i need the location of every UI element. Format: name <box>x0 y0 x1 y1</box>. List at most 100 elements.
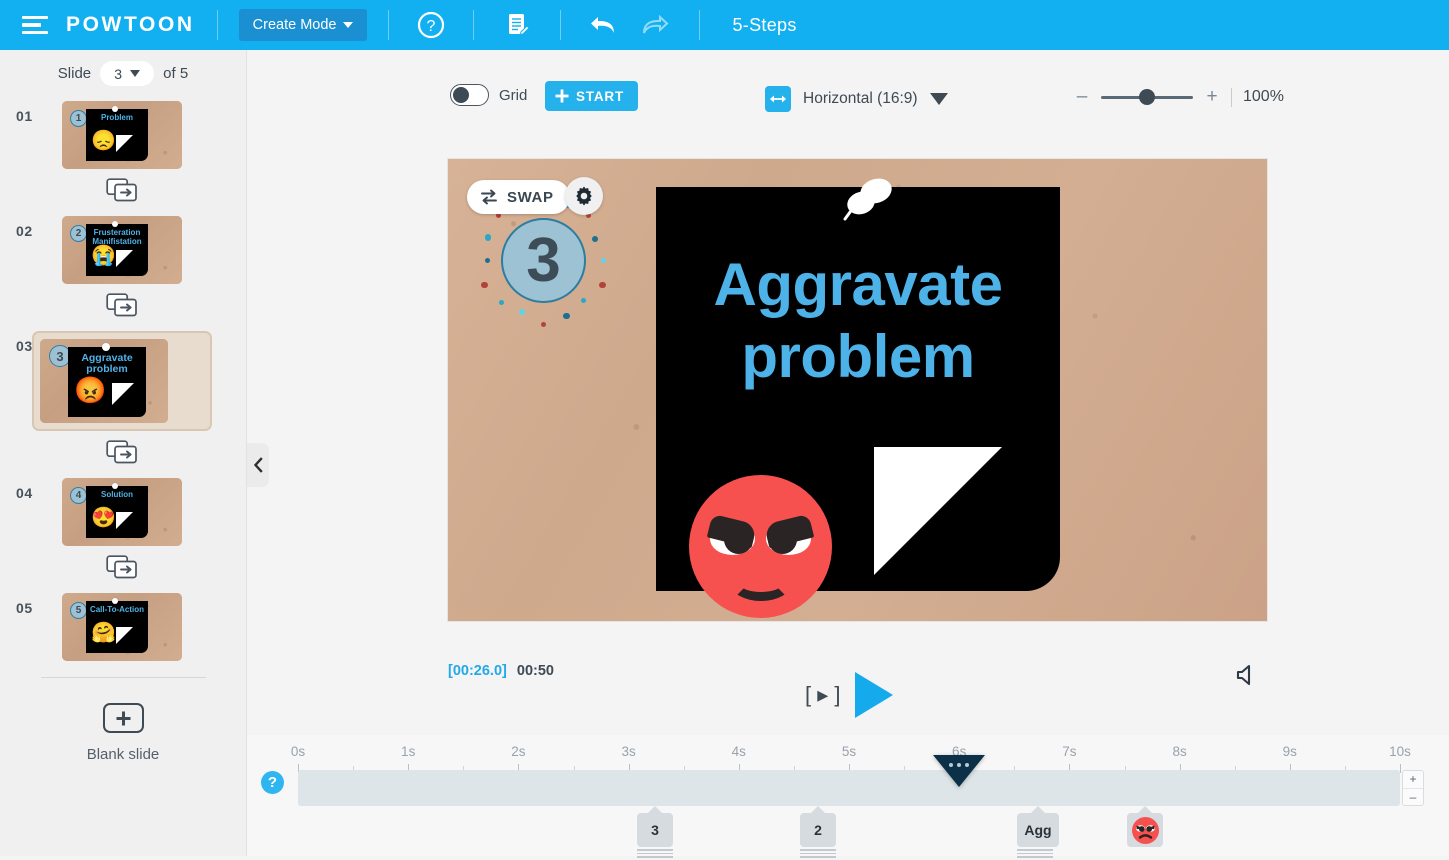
step-number-badge[interactable]: 3 <box>501 218 586 303</box>
app-header: POWTOON Create Mode ? 5-Steps <box>0 0 1449 50</box>
chevron-down-icon[interactable] <box>930 93 948 105</box>
duplicate-slide-icon[interactable] <box>106 178 138 207</box>
slide-thumbnail[interactable]: 5 Call-To-Action 🤗 <box>62 593 182 661</box>
pushpin-icon <box>112 598 118 604</box>
timeline-tick-label: 5s <box>842 744 856 759</box>
chevron-down-icon <box>343 22 353 28</box>
script-edit-icon[interactable] <box>502 10 532 40</box>
slide-thumbnail[interactable]: 4 Solution 😍 <box>62 478 182 546</box>
chip-label: 2 <box>814 822 822 838</box>
confetti-dot <box>599 282 606 289</box>
zoom-divider <box>1231 88 1232 107</box>
zoom-slider-knob[interactable] <box>1139 89 1155 105</box>
duplicate-slide-icon[interactable] <box>106 555 138 584</box>
timeline-zoom-out-button[interactable]: – <box>1403 788 1423 806</box>
create-mode-label: Create Mode <box>253 17 337 33</box>
angry-face <box>1132 817 1159 844</box>
timeline-tick-major <box>1400 764 1401 773</box>
duplicate-slide-row <box>62 293 182 322</box>
confetti-dot <box>481 282 488 289</box>
timeline-panel: 0s1s2s3s4s5s6s7s8s9s10s ? + – 3 2 Agg <box>247 735 1449 856</box>
swap-button[interactable]: SWAP <box>467 180 570 214</box>
start-button[interactable]: START <box>545 81 638 111</box>
timeline-track[interactable] <box>298 770 1400 806</box>
slide-selector: Slide 3 of 5 <box>0 50 246 97</box>
timeline-playhead[interactable] <box>933 755 985 787</box>
thumb-page-curl <box>112 383 134 405</box>
document-title: 5-Steps <box>732 15 796 36</box>
timeline-object-chip[interactable]: Agg <box>1017 813 1059 847</box>
powtoon-logo: POWTOON <box>66 13 195 37</box>
sidebar-divider <box>41 677 206 678</box>
timeline-tick-label: 7s <box>1062 744 1076 759</box>
chip-tab <box>647 806 663 814</box>
board-title-line-2: problem <box>656 321 1060 393</box>
slide-index-label: 01 <box>0 101 62 124</box>
duplicate-slide-icon[interactable] <box>106 440 138 469</box>
thumb-page-curl <box>116 250 133 267</box>
current-time: [00:26.0] <box>448 663 507 679</box>
zoom-in-button[interactable]: + <box>1202 86 1222 108</box>
board-title-line-1: Aggravate <box>656 249 1060 321</box>
timeline-object-chip[interactable]: 3 <box>637 813 673 847</box>
angry-face-emoji[interactable] <box>689 475 832 618</box>
create-mode-button[interactable]: Create Mode <box>239 9 368 41</box>
orientation-label: Horizontal (16:9) <box>803 90 918 108</box>
slide-step-badge: 2 <box>70 225 87 242</box>
slide-row: 04 4 Solution 😍 <box>0 478 246 546</box>
timeline-object-chip[interactable] <box>1127 813 1163 847</box>
timeline-help-icon[interactable]: ? <box>261 771 284 794</box>
note-board[interactable]: Aggravate problem <box>656 187 1060 591</box>
timeline-object-chips: 3 2 Agg <box>247 813 1449 857</box>
volume-button[interactable] <box>1235 662 1261 693</box>
slide-row: 03 3 Aggravate problem 😡 <box>0 331 246 431</box>
slide-step-badge: 1 <box>70 110 87 127</box>
slide-index-label: 02 <box>0 216 62 239</box>
canvas-settings-button[interactable] <box>565 177 603 215</box>
thumb-note-title: Solution <box>86 491 148 500</box>
confetti-dot <box>485 234 492 241</box>
undo-arrow-icon[interactable] <box>587 11 621 39</box>
hugging-face: 🤗 <box>91 623 116 643</box>
plus-icon <box>555 89 569 103</box>
zoom-slider[interactable] <box>1101 96 1193 99</box>
toggle-knob <box>453 87 469 103</box>
timeline-tick-label: 3s <box>621 744 635 759</box>
slide-thumbnail[interactable]: 2 Frusteration Manifistation 😭 <box>62 216 182 284</box>
slide-thumbnail[interactable]: 1 Problem 😞 <box>62 101 182 169</box>
zoom-out-button[interactable]: – <box>1072 86 1092 108</box>
question-circle-icon[interactable]: ? <box>417 11 445 39</box>
chip-tab <box>810 806 826 814</box>
zoom-control-group: – + 100% <box>1072 86 1284 108</box>
timeline-ruler[interactable]: 0s1s2s3s4s5s6s7s8s9s10s <box>247 735 1449 773</box>
horizontal-arrows-icon[interactable] <box>765 86 791 112</box>
duplicate-slide-icon[interactable] <box>106 293 138 322</box>
slide-number-dropdown[interactable]: 3 <box>100 61 154 86</box>
pushpin-icon <box>112 221 118 227</box>
duplicate-slide-row <box>62 555 182 584</box>
time-display: [00:26.0] 00:50 <box>448 663 554 679</box>
chip-underlines <box>800 849 836 860</box>
slide-canvas[interactable]: SWAP 3 Aggravate problem <box>448 159 1267 621</box>
confetti-dot <box>519 309 526 316</box>
play-triangle-icon[interactable] <box>855 672 893 718</box>
thumb-page-curl <box>116 512 133 529</box>
grid-toggle[interactable] <box>450 84 489 106</box>
frame-step-button[interactable]: [ ▸ ] <box>805 682 841 708</box>
timeline-zoom-in-button[interactable]: + <box>1403 771 1423 788</box>
hamburger-icon[interactable] <box>22 16 48 34</box>
speaker-icon <box>1235 662 1261 688</box>
slide-thumbnail[interactable]: 3 Aggravate problem 😡 <box>40 339 168 423</box>
chip-label: 3 <box>651 822 659 838</box>
confetti-dot <box>581 298 586 303</box>
selected-slide-frame: 3 Aggravate problem 😡 <box>32 331 212 431</box>
add-blank-slide-button[interactable] <box>103 703 144 733</box>
frown-mouth <box>731 567 791 601</box>
timeline-object-chip[interactable]: 2 <box>800 813 836 847</box>
confetti-dot <box>485 258 490 263</box>
duplicate-slide-row <box>62 440 182 469</box>
sidebar-collapse-handle[interactable] <box>247 443 269 487</box>
timeline-tick-label: 2s <box>511 744 525 759</box>
playback-controls: [ ▸ ] <box>805 672 893 718</box>
thumb-note-title: Call-To-Action <box>86 606 148 615</box>
